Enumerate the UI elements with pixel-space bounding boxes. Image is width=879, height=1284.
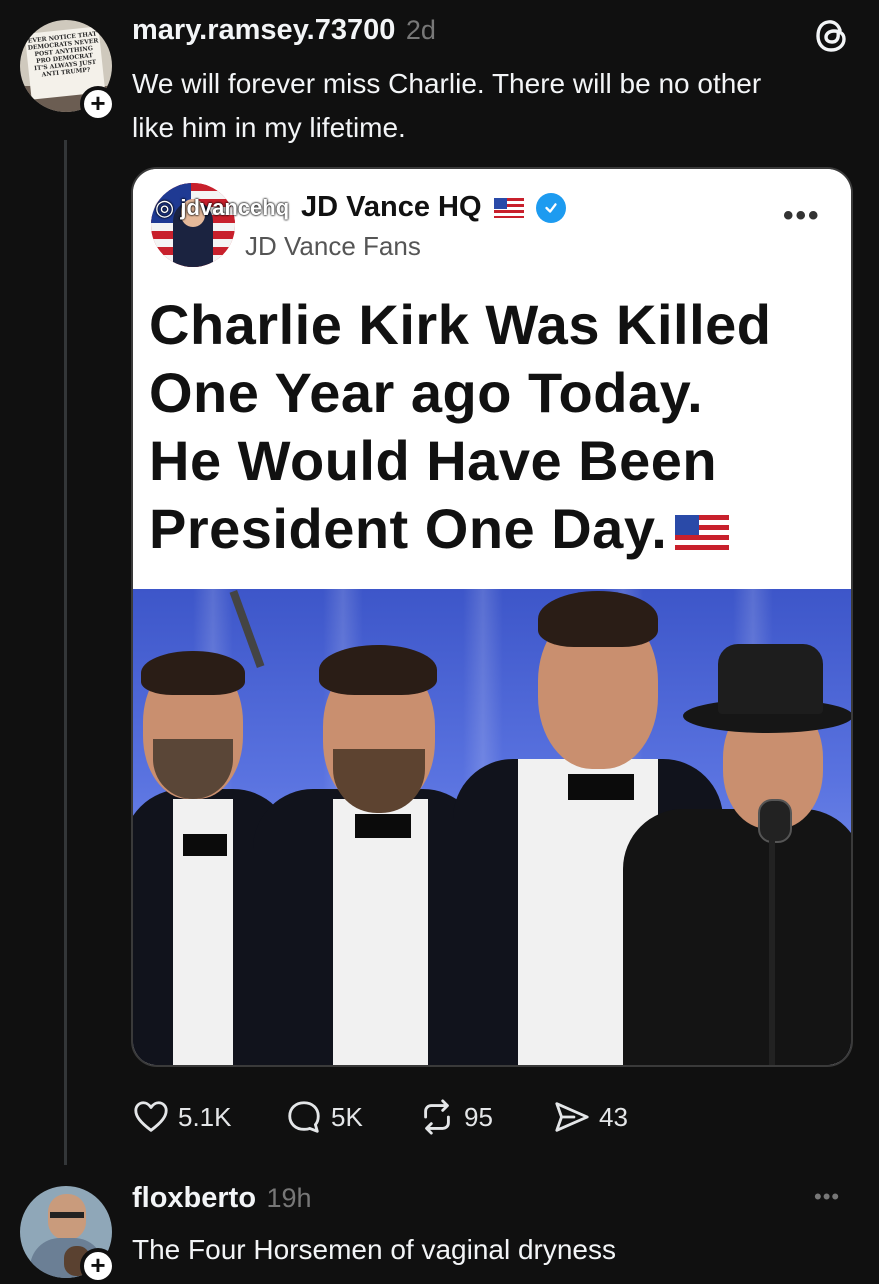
more-options-icon[interactable]: ••• [814,1184,840,1210]
post-time: 19h [266,1183,312,1213]
threads-logo-icon[interactable] [812,16,852,56]
comment-icon [288,1101,320,1133]
post-image[interactable]: ◎ jdvancehq JD Vance HQ JD Vance Fans ••… [131,167,853,1067]
share-button[interactable]: 43 [553,1098,628,1136]
instagram-icon: ◎ [155,195,175,220]
headline-line: Charlie Kirk Was Killed [149,293,772,356]
repost-button[interactable]: 95 [418,1098,493,1136]
headline-line-4: President One Day. [149,495,839,563]
card-headline: Charlie Kirk Was Killed One Year ago Tod… [149,291,839,563]
plus-icon: + [90,1250,106,1280]
plus-icon: + [90,88,106,118]
follow-plus-button[interactable]: + [80,1248,116,1284]
username[interactable]: mary.ramsey.73700 [132,14,395,46]
screenshot-header: ◎ jdvancehq JD Vance HQ JD Vance Fans ••… [133,169,851,589]
post-text-line: like him in my lifetime. [132,112,406,143]
thread-line [64,140,67,1165]
headline-line: One Year ago Today. [149,361,704,424]
post-text: The Four Horsemen of vaginal dryness [132,1234,616,1265]
post-header: mary.ramsey.73700 2d [132,14,436,47]
us-flag-icon [675,515,730,552]
card-account-sub: JD Vance Fans [245,231,421,261]
card-account-name: JD Vance HQ [243,191,566,224]
like-button[interactable]: 5.1K [132,1098,232,1136]
verified-badge-icon [535,192,566,223]
like-count: 5.1K [178,1101,232,1132]
us-flag-icon [493,197,524,218]
post-text-line: We will forever miss Charlie. There will… [132,68,762,99]
event-photo [133,589,851,1065]
share-count: 43 [599,1101,628,1132]
username[interactable]: floxberto [132,1182,256,1214]
comment-count: 5K [331,1101,363,1132]
send-icon [555,1102,589,1132]
post-text: We will forever miss Charlie. There will… [132,62,862,150]
post-time: 2d [405,15,436,45]
heart-icon [134,1101,168,1132]
headline-line: He Would Have Been [149,429,718,492]
card-more-icon: ••• [783,199,821,232]
comment-button[interactable]: 5K [285,1098,363,1136]
follow-plus-button[interactable]: + [80,86,116,122]
repost-icon [424,1099,450,1135]
post-header: floxberto 19h [132,1182,312,1215]
repost-count: 95 [464,1101,493,1132]
